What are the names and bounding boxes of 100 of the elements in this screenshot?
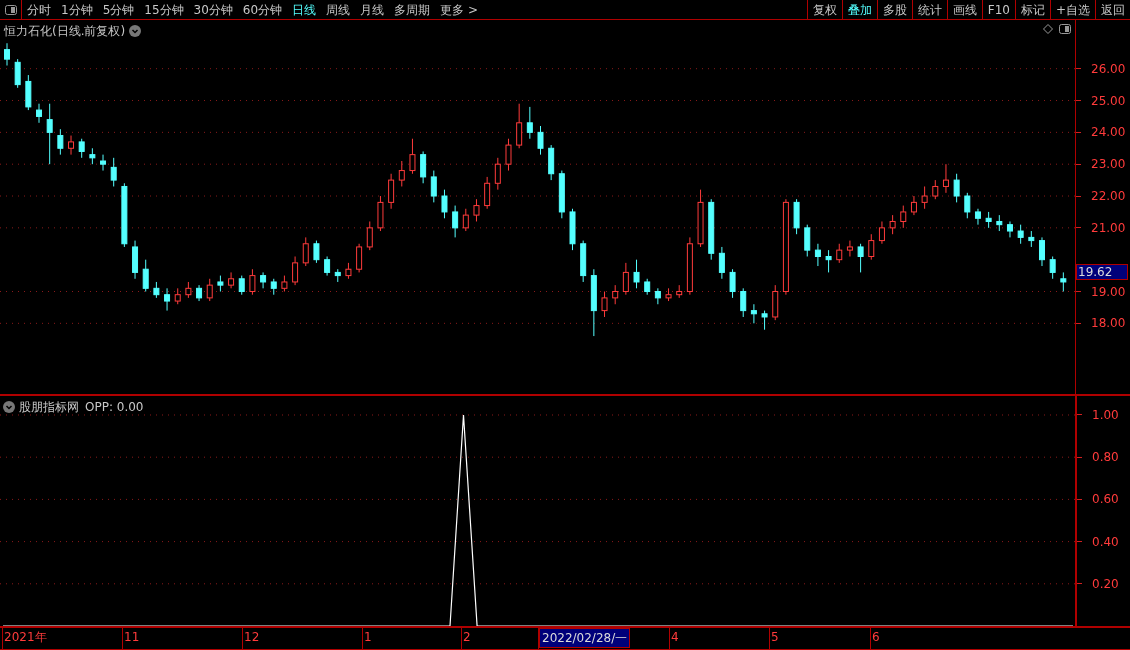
- candlestick: [313, 240, 320, 264]
- toolbar-button[interactable]: F10: [981, 0, 1015, 19]
- time-axis-label: 4: [670, 629, 680, 646]
- chevron-down-icon[interactable]: [129, 25, 142, 37]
- time-axis-label: 12: [243, 629, 261, 646]
- candlestick: [633, 259, 640, 289]
- candlestick: [857, 243, 864, 273]
- candlestick: [430, 170, 437, 203]
- candlestick: [942, 163, 949, 194]
- candlestick: [836, 243, 843, 264]
- period-tab[interactable]: 多周期: [389, 0, 436, 19]
- toolbar-button[interactable]: 多股: [876, 0, 912, 19]
- candlestick: [68, 135, 75, 156]
- date-cursor-label: 2022/02/28/一: [539, 628, 631, 648]
- toolbar-button[interactable]: 画线: [946, 0, 982, 19]
- candlestick: [260, 271, 267, 289]
- candlestick: [1060, 271, 1067, 293]
- axis-label: 0.80: [1092, 449, 1119, 466]
- candlestick: [601, 291, 608, 318]
- toolbar-button[interactable]: 统计: [911, 0, 947, 19]
- candlestick: [804, 224, 811, 257]
- candlestick: [302, 236, 309, 267]
- period-tab[interactable]: 日线: [287, 0, 322, 19]
- candlestick: [889, 214, 896, 235]
- candlestick: [142, 259, 149, 293]
- candlestick: [57, 128, 64, 156]
- diamond-icon[interactable]: [1043, 24, 1053, 34]
- axis-label: 0.40: [1092, 533, 1119, 550]
- candlestick: [878, 220, 885, 245]
- candlestick: [46, 103, 53, 165]
- candlestick: [409, 138, 416, 175]
- candlestick: [228, 271, 235, 289]
- period-tab[interactable]: 更多 >: [435, 0, 483, 19]
- panel-toggle-icon[interactable]: [4, 4, 17, 15]
- period-tab[interactable]: 周线: [321, 0, 356, 19]
- current-price-tag: 19.62: [1076, 263, 1128, 280]
- candlestick: [910, 195, 917, 216]
- candlestick: [900, 205, 907, 229]
- candlestick: [441, 189, 448, 219]
- time-axis-label: 11: [123, 629, 141, 646]
- candlestick: [814, 243, 821, 267]
- time-axis-label: 2021年: [3, 629, 48, 646]
- candlestick: [494, 157, 501, 191]
- candlestick: [921, 185, 928, 210]
- panel-toggle-icon[interactable]: [1059, 24, 1071, 34]
- axis-label: 24.00: [1091, 124, 1126, 141]
- candlestick: [78, 138, 85, 159]
- candlestick: [100, 154, 107, 172]
- candlestick: [388, 173, 395, 210]
- candlestick: [537, 125, 544, 156]
- candlestick: [750, 303, 757, 324]
- candlestick: [249, 268, 256, 296]
- period-tab[interactable]: 60分钟: [237, 0, 288, 19]
- axis-label: 22.00: [1091, 188, 1126, 204]
- candlestick: [612, 284, 619, 305]
- toolbar-button[interactable]: 叠加: [841, 0, 877, 19]
- indicator-name: 股朋指标网: [19, 399, 79, 416]
- candlestick: [462, 208, 469, 232]
- toolbar-button[interactable]: 复权: [806, 0, 842, 19]
- candlestick: [846, 240, 853, 257]
- period-tab[interactable]: 月线: [355, 0, 390, 19]
- candlestick: [206, 278, 213, 302]
- candlestick: [729, 268, 736, 299]
- candlestick: [110, 157, 117, 187]
- candlestick: [14, 58, 21, 89]
- period-tab[interactable]: 15分钟: [139, 0, 189, 19]
- candlestick: [1017, 224, 1024, 245]
- candlestick: [238, 275, 245, 296]
- candlestick: [292, 256, 299, 286]
- chevron-down-icon[interactable]: [3, 401, 15, 413]
- candlestick: [974, 208, 981, 226]
- candlestick: [4, 42, 10, 67]
- axis-label: 21.00: [1091, 219, 1126, 236]
- axis-label: 23.00: [1091, 156, 1126, 173]
- candlestick: [654, 287, 661, 305]
- time-axis-label: 6: [871, 629, 881, 646]
- candlestick: [366, 220, 373, 251]
- candlestick: [420, 150, 427, 184]
- candlestick: [452, 205, 459, 238]
- toolbar-button[interactable]: 返回: [1095, 0, 1130, 19]
- candlestick: [526, 106, 533, 140]
- candlestick: [718, 246, 725, 280]
- candlestick: [1049, 256, 1056, 280]
- toolbar-button[interactable]: +自选: [1049, 0, 1095, 19]
- indicator-reading: : 0.00: [108, 399, 144, 416]
- candlestick: [473, 198, 480, 222]
- axis-label: 0.60: [1092, 491, 1119, 508]
- axis-label: 0.20: [1092, 575, 1119, 592]
- candlestick: [36, 103, 43, 124]
- candlestick: [622, 262, 629, 296]
- axis-label: 1.00: [1092, 407, 1119, 423]
- candlestick: [1006, 220, 1013, 238]
- period-tab[interactable]: 30分钟: [188, 0, 238, 19]
- period-tab[interactable]: 分时: [22, 0, 56, 19]
- candlestick: [761, 310, 768, 331]
- toolbar-button[interactable]: 标记: [1014, 0, 1050, 19]
- time-axis-label: 2: [462, 629, 472, 646]
- period-tab[interactable]: 5分钟: [97, 0, 140, 19]
- candlestick: [1038, 236, 1045, 267]
- period-tab[interactable]: 1分钟: [56, 0, 98, 19]
